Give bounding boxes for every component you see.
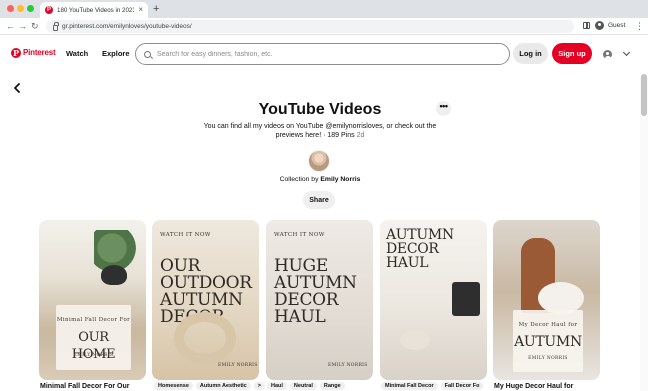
pin-tag-chip[interactable]: Homesense: [154, 382, 193, 390]
address-bar[interactable]: gr.pinterest.com/emilynloves/youtube-vid…: [46, 20, 574, 33]
pin-tag-chip[interactable]: Haul: [267, 382, 287, 390]
pin-card[interactable]: My Decor Haul for AUTUMN EMILY NORRIS: [493, 220, 600, 380]
pin-tag-chip[interactable]: Minimal Fall Decor: [381, 382, 438, 390]
window-close-button[interactable]: [7, 5, 14, 12]
pin-overlay-byline: EMILY NORRIS: [528, 356, 568, 361]
back-arrow-icon[interactable]: [11, 82, 23, 94]
pin-tag-chip[interactable]: Range: [319, 382, 345, 390]
board-description-text: You can find all my videos on YouTube @e…: [203, 123, 437, 139]
user-account-icon[interactable]: [603, 50, 612, 59]
tab-title: 180 YouTube Videos in 2023 |: [57, 6, 135, 14]
new-tab-button[interactable]: +: [153, 2, 159, 16]
reload-icon[interactable]: ↻: [31, 20, 39, 32]
pinterest-logo-text[interactable]: Pinterest: [23, 48, 56, 57]
page-scrollbar-track[interactable]: [640, 73, 648, 391]
signup-button[interactable]: Sign up: [552, 43, 592, 64]
search-input[interactable]: [157, 50, 487, 58]
pinterest-favicon-icon: P: [45, 6, 53, 14]
pin-card[interactable]: AUTUMN DECOR HAUL: [380, 220, 487, 380]
pin-overlay-card: Minimal Fall Decor For OUR HOME EMILY NO…: [56, 305, 131, 370]
pin-overlay-title: HUGE AUTUMN DECOR HAUL: [274, 256, 357, 327]
window-minimize-button[interactable]: [17, 5, 24, 12]
search-bar[interactable]: [135, 43, 510, 65]
pin-tag-chip[interactable]: Neutral: [289, 382, 317, 390]
pin-tag-row: Homesense Autumn Aesthetic >: [154, 382, 265, 390]
more-options-icon[interactable]: •••: [436, 101, 451, 116]
pin-overlay-byline: EMILY NORRIS: [328, 363, 368, 368]
curator-name-link[interactable]: Emily Norris: [320, 176, 360, 183]
guest-profile-icon[interactable]: [595, 21, 604, 30]
pin-overlay-card: My Decor Haul for AUTUMN EMILY NORRIS: [513, 310, 583, 372]
guest-profile-label[interactable]: Guest: [608, 22, 625, 29]
page-scrollbar-thumb[interactable]: [641, 74, 647, 116]
pin-overlay-byline: EMILY NORRIS: [73, 353, 114, 358]
browser-toolbar: ← → ↻ gr.pinterest.com/emilynloves/youtu…: [0, 18, 648, 35]
pinterest-logo-icon[interactable]: P: [11, 48, 21, 58]
pin-card[interactable]: WATCH IT NOW OUR OUTDOOR AUTUMN DECOR EM…: [152, 220, 259, 380]
pinterest-header: P Pinterest Watch Explore Log in Sign up: [0, 35, 648, 73]
pin-caption[interactable]: Minimal Fall Decor For Our: [40, 383, 129, 390]
search-icon: [144, 50, 151, 58]
pin-caption[interactable]: My Huge Decor Haul for: [494, 383, 573, 390]
nav-watch-link[interactable]: Watch: [66, 49, 88, 58]
board-description: You can find all my videos on YouTube @e…: [190, 122, 450, 140]
forward-arrow-icon[interactable]: →: [18, 20, 27, 32]
share-button[interactable]: Share: [303, 191, 335, 209]
nav-explore-link[interactable]: Explore: [102, 49, 130, 58]
pin-overlay-kicker: WATCH IT NOW: [274, 232, 325, 238]
pin-card[interactable]: Minimal Fall Decor For OUR HOME EMILY NO…: [39, 220, 146, 380]
window-zoom-button[interactable]: [27, 5, 34, 12]
curator-avatar[interactable]: [308, 150, 330, 172]
pot-illustration: [101, 265, 127, 285]
chevron-down-icon[interactable]: [622, 48, 631, 57]
pin-overlay-kicker: Minimal Fall Decor For: [56, 317, 131, 323]
board-age: 2d: [356, 132, 365, 139]
address-url[interactable]: gr.pinterest.com/emilynloves/youtube-vid…: [62, 23, 192, 30]
wreath-illustration: [174, 312, 236, 364]
pin-tag-row: Haul Neutral Range: [267, 382, 345, 390]
collection-prefix: Collection by: [279, 176, 319, 183]
login-button[interactable]: Log in: [513, 43, 548, 64]
browser-menu-icon[interactable]: ⋮: [635, 20, 644, 32]
pin-tag-chip[interactable]: Autumn Aesthetic: [195, 382, 251, 390]
pin-overlay-title: AUTUMN DECOR HAUL: [386, 227, 454, 271]
stove-illustration: [452, 282, 480, 316]
collection-line: Collection by Emily Norris: [0, 176, 640, 183]
side-panel-icon[interactable]: [583, 22, 590, 29]
pin-overlay-kicker: WATCH IT NOW: [160, 232, 211, 238]
pin-tag-row: Minimal Fall Decor Fall Decor Fo: [381, 382, 484, 390]
browser-tab-bar: P 180 YouTube Videos in 2023 | × +: [0, 0, 648, 18]
board-title: YouTube Videos: [258, 101, 382, 118]
pumpkin-illustration: [400, 330, 430, 350]
browser-tab-active[interactable]: P 180 YouTube Videos in 2023 | ×: [40, 2, 148, 18]
pin-tag-next-chip[interactable]: >: [253, 382, 265, 390]
pin-tag-chip[interactable]: Fall Decor Fo: [440, 382, 484, 390]
pin-overlay-kicker: My Decor Haul for: [518, 322, 578, 328]
back-arrow-icon[interactable]: ←: [6, 20, 15, 32]
tab-close-icon[interactable]: ×: [138, 6, 143, 14]
lock-icon: [53, 21, 59, 31]
pin-overlay-title: AUTUMN: [514, 334, 582, 350]
pin-overlay-byline: EMILY NORRIS: [218, 363, 258, 368]
pin-card[interactable]: WATCH IT NOW HUGE AUTUMN DECOR HAUL EMIL…: [266, 220, 373, 380]
